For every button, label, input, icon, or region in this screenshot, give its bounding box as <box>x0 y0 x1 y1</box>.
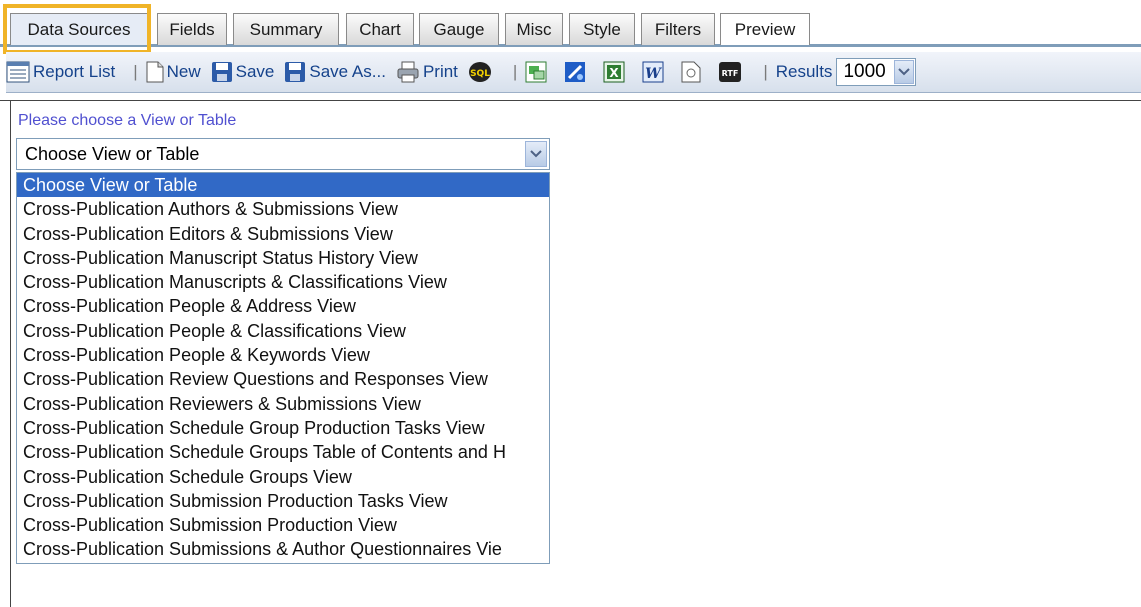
tab-style[interactable]: Style <box>569 13 635 45</box>
view-table-select-value: Choose View or Table <box>25 143 200 164</box>
dropdown-option[interactable]: Cross-Publication Review Questions and R… <box>17 367 549 391</box>
new-button[interactable]: New <box>146 61 201 83</box>
dropdown-option[interactable]: Cross-Publication Submissions & Author Q… <box>17 537 549 561</box>
save-icon <box>211 61 233 83</box>
export-xml-icon <box>564 61 586 83</box>
svg-text:RTF: RTF <box>722 69 739 78</box>
save-label: Save <box>235 62 275 81</box>
dropdown-option[interactable]: Cross-Publication Manuscript Status Hist… <box>17 246 549 270</box>
tab-misc[interactable]: Misc <box>505 13 563 45</box>
dropdown-option[interactable]: Cross-Publication Schedule Group Product… <box>17 416 549 440</box>
content-frame-left <box>10 100 11 607</box>
export-pdf-icon <box>681 61 701 83</box>
dropdown-option[interactable]: Cross-Publication Schedule Groups Table … <box>17 440 549 464</box>
view-table-select[interactable]: Choose View or Table <box>16 138 550 170</box>
toolbar: Report List | New Save Save As... Print … <box>6 52 1141 93</box>
export-word-icon: W <box>642 61 664 83</box>
content-frame-top <box>0 100 1141 101</box>
report-list-label: Report List <box>33 62 116 81</box>
tab-chart[interactable]: Chart <box>346 13 414 45</box>
svg-text:X: X <box>610 66 620 80</box>
sql-icon: SQL <box>468 61 492 83</box>
svg-text:SQL: SQL <box>470 69 490 79</box>
export-excel-button[interactable]: X <box>603 61 628 83</box>
sql-button[interactable]: SQL <box>468 61 495 83</box>
tab-data-sources[interactable]: Data Sources <box>10 13 148 45</box>
export-csv-icon <box>525 61 547 83</box>
dropdown-option[interactable]: Cross-Publication Submission Production … <box>17 489 549 513</box>
chevron-down-icon[interactable] <box>525 141 547 167</box>
view-table-dropdown-list: Choose View or Table Cross-Publication A… <box>16 172 550 564</box>
results-value: 1000 <box>843 61 886 82</box>
chevron-down-icon[interactable] <box>894 60 915 84</box>
dropdown-option[interactable]: Cross-Publication Editors & Submissions … <box>17 222 549 246</box>
results-select[interactable]: 1000 <box>836 58 917 86</box>
results-label: Results <box>775 62 833 81</box>
report-list-button[interactable]: Report List <box>6 61 115 83</box>
tab-gauge[interactable]: Gauge <box>419 13 499 45</box>
tab-preview[interactable]: Preview <box>720 13 810 45</box>
tab-bar: Data Sources Fields Summary Chart Gauge … <box>0 0 1141 54</box>
toolbar-separator: | <box>763 62 768 81</box>
save-as-label: Save As... <box>309 62 386 81</box>
print-icon <box>396 61 420 83</box>
save-as-button[interactable]: Save As... <box>284 61 386 83</box>
export-pdf-button[interactable] <box>681 61 704 83</box>
new-document-icon <box>146 61 164 83</box>
view-table-prompt: Please choose a View or Table <box>18 112 237 129</box>
tab-fields[interactable]: Fields <box>157 13 227 45</box>
save-button[interactable]: Save <box>211 61 275 83</box>
dropdown-option[interactable]: Cross-Publication Manuscripts & Classifi… <box>17 270 549 294</box>
dropdown-option[interactable]: Cross-Publication Submission Production … <box>17 513 549 537</box>
toolbar-separator: | <box>512 62 518 81</box>
export-xml-button[interactable] <box>564 61 589 83</box>
dropdown-option[interactable]: Cross-Publication Reviewers & Submission… <box>17 392 549 416</box>
save-as-icon <box>284 61 306 83</box>
export-csv-button[interactable] <box>525 61 550 83</box>
tab-filters[interactable]: Filters <box>641 13 715 45</box>
export-rtf-button[interactable]: RTF <box>718 61 745 83</box>
dropdown-option[interactable]: Cross-Publication Schedule Groups View <box>17 465 549 489</box>
toolbar-separator: | <box>133 62 138 81</box>
print-label: Print <box>422 62 458 81</box>
dropdown-option[interactable]: Cross-Publication People & Address View <box>17 294 549 318</box>
dropdown-option[interactable]: Cross-Publication Authors & Submissions … <box>17 197 549 221</box>
export-word-button[interactable]: W <box>642 61 667 83</box>
new-label: New <box>166 62 201 81</box>
export-rtf-icon: RTF <box>718 61 742 83</box>
print-button[interactable]: Print <box>396 61 458 83</box>
report-list-icon <box>6 61 30 83</box>
export-excel-icon: X <box>603 61 625 83</box>
dropdown-option[interactable]: Cross-Publication People & Classificatio… <box>17 319 549 343</box>
dropdown-option[interactable]: Choose View or Table <box>17 173 549 198</box>
svg-text:W: W <box>645 66 662 82</box>
tab-summary[interactable]: Summary <box>233 13 339 45</box>
dropdown-option[interactable]: Cross-Publication People & Keywords View <box>17 343 549 367</box>
